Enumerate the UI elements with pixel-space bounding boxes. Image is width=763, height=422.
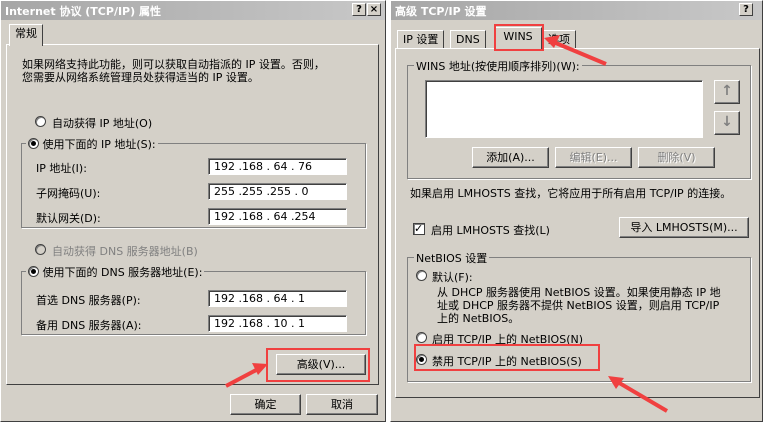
arrow-to-advanced-icon xyxy=(225,363,268,388)
arrow-to-disable-netbios-icon xyxy=(608,376,669,413)
arrow-to-wins-tab-icon xyxy=(544,35,607,66)
annotation-arrows xyxy=(225,35,669,413)
